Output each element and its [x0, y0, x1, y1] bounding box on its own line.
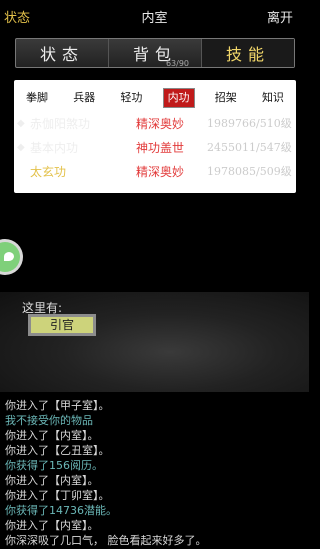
skill-row[interactable]: ◆ 基本内功 神功盖世 2455011/547级 [0, 136, 309, 160]
log-line: 你获得了156阅历。 [5, 459, 103, 472]
chat-bubble-glyph [4, 252, 14, 261]
skill-row[interactable]: 太玄功 精深奥妙 1978085/509级 [0, 160, 309, 184]
skill-progress: 1989766/510级 [207, 117, 292, 130]
skill-level-title: 精深奥妙 [136, 165, 185, 179]
log-line: 你进入了【丁卯室】。 [5, 489, 110, 502]
main-tabs: 状态 背包 63/90 技能 [15, 38, 295, 68]
tab-status[interactable]: 状态 [16, 39, 109, 67]
enabled-marker-icon: ◆ [17, 118, 25, 129]
log-line: 你进入了【甲子室】。 [5, 399, 110, 412]
top-bar: 状态 内室 离开 [0, 0, 309, 32]
chat-bubble-icon[interactable] [0, 242, 20, 272]
log-line: 你进入了【内室】。 [5, 519, 99, 532]
message-log: 你进入了【甲子室】。 我不接受你的物品 你进入了【内室】。 你进入了【乙丑室】。… [5, 398, 305, 548]
skill-category-tabs: 拳脚 兵器 轻功 内功 招架 知识 [15, 88, 295, 108]
npc-button[interactable]: 引官 [28, 314, 96, 336]
skill-row[interactable]: ◆ 赤伽阳煞功 精深奥妙 1989766/510级 [0, 112, 309, 136]
subtab-internal[interactable]: 内功 [162, 88, 195, 108]
log-line: 你深深吸了几口气， 脸色看起来好多了。 [5, 534, 207, 547]
room-title: 内室 [141, 10, 168, 26]
subtab-lightness[interactable]: 轻功 [115, 88, 147, 108]
subtab-weapon[interactable]: 兵器 [68, 88, 100, 108]
log-line: 你进入了【乙丑室】。 [5, 444, 110, 457]
enabled-marker-icon: ◆ [17, 142, 25, 153]
log-line: 我不接受你的物品 [5, 414, 93, 427]
tab-status-label: 状态 [39, 45, 84, 64]
skill-name: 基本内功 [30, 141, 79, 155]
skill-progress: 2455011/547级 [207, 141, 292, 154]
tab-skills[interactable]: 技能 [202, 39, 294, 67]
subtab-parry[interactable]: 招架 [210, 88, 242, 108]
tab-skills-label: 技能 [225, 45, 270, 64]
subtab-fist[interactable]: 拳脚 [21, 88, 53, 108]
skill-name: 赤伽阳煞功 [30, 117, 91, 131]
tab-backpack[interactable]: 背包 63/90 [109, 39, 202, 68]
skill-list: ◆ 赤伽阳煞功 精深奥妙 1989766/510级 ◆ 基本内功 神功盖世 24… [0, 112, 309, 184]
subtab-knowledge[interactable]: 知识 [257, 88, 289, 108]
skill-name: 太玄功 [30, 165, 67, 179]
log-line: 你进入了【内室】。 [5, 474, 99, 487]
skill-level-title: 神功盖世 [136, 141, 185, 155]
backpack-count: 63/90 [165, 59, 189, 68]
log-line: 你进入了【内室】。 [5, 429, 99, 442]
leave-button[interactable]: 离开 [267, 7, 309, 26]
log-line: 你获得了14736潜能。 [5, 504, 117, 517]
skill-level-title: 精深奥妙 [136, 117, 185, 131]
skill-progress: 1978085/509级 [207, 165, 292, 178]
status-link[interactable]: 状态 [0, 7, 30, 26]
